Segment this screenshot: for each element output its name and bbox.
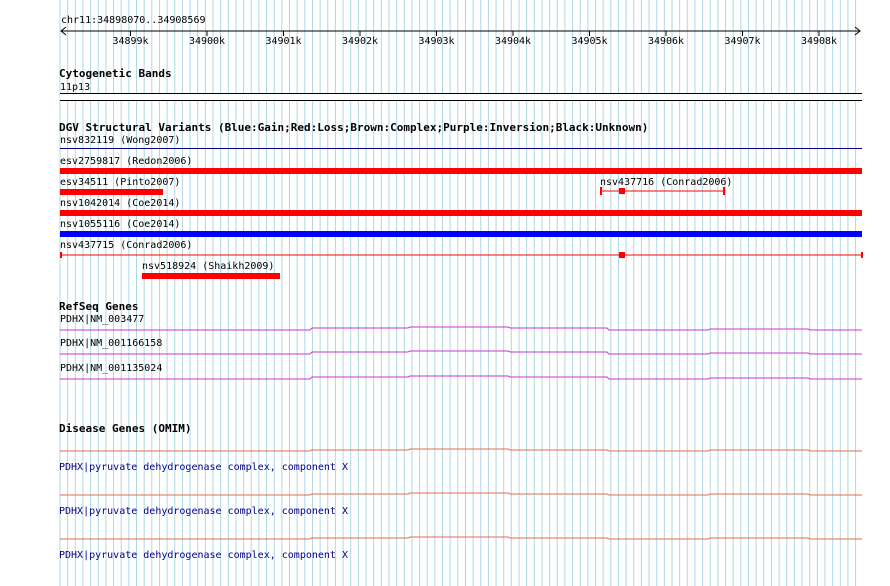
- refseq-track-title: RefSeq Genes: [59, 300, 139, 313]
- dgv-feature-label[interactable]: nsv1042014 (Coe2014): [60, 198, 180, 209]
- ruler-tick-label: 34904k: [495, 36, 531, 46]
- dgv-feature-gain[interactable]: [60, 231, 862, 237]
- dgv-feature-unknown[interactable]: [60, 148, 862, 149]
- ruler-tick-label: 34907k: [724, 36, 760, 46]
- cytoband-label: 11p13: [60, 82, 91, 93]
- refseq-gene-model[interactable]: [0, 373, 890, 383]
- dgv-feature-loss[interactable]: [60, 189, 163, 195]
- ruler-tick-label: 34901k: [265, 36, 301, 46]
- dgv-feature-label[interactable]: esv34511 (Pinto2007): [60, 177, 180, 188]
- ruler-tick-label: 34906k: [648, 36, 684, 46]
- refseq-gene-model[interactable]: [0, 348, 890, 358]
- cytoband-bar[interactable]: [60, 93, 862, 101]
- ruler-tick-label: 34908k: [801, 36, 837, 46]
- dgv-feature-loss[interactable]: [142, 273, 280, 279]
- ruler-tick-label: 34902k: [342, 36, 378, 46]
- dgv-feature-label[interactable]: nsv1055116 (Coe2014): [60, 219, 180, 230]
- omim-gene-model[interactable]: [0, 446, 890, 456]
- dgv-feature-label[interactable]: esv2759817 (Redon2006): [60, 156, 192, 167]
- ruler-tick-label: 34900k: [189, 36, 225, 46]
- dgv-feature-loss[interactable]: [60, 210, 862, 216]
- ruler-tick-label: 34899k: [112, 36, 148, 46]
- omim-gene-model[interactable]: [0, 490, 890, 500]
- dgv-feature-label[interactable]: nsv518924 (Shaikh2009): [142, 261, 274, 272]
- ruler-tick-label: 34903k: [418, 36, 454, 46]
- omim-gene-link[interactable]: PDHX|pyruvate dehydrogenase complex, com…: [59, 550, 348, 561]
- refseq-gene-model[interactable]: [0, 324, 890, 334]
- dgv-track-title: DGV Structural Variants (Blue:Gain;Red:L…: [59, 121, 649, 134]
- omim-gene-model[interactable]: [0, 534, 890, 544]
- genome-browser: chr11:34898070..34908569 34899k 34900k 349…: [0, 0, 890, 586]
- omim-gene-link[interactable]: PDHX|pyruvate dehydrogenase complex, com…: [59, 506, 348, 517]
- position-ruler[interactable]: 34899k 34900k 34901k 34902k 34903k 34904k 3490…: [0, 24, 890, 46]
- dgv-feature-loss[interactable]: [60, 168, 862, 174]
- dgv-feature-loss-split[interactable]: [58, 250, 866, 260]
- cytobands-track-title: Cytogenetic Bands: [59, 67, 172, 80]
- dgv-feature-loss-split[interactable]: [598, 186, 728, 196]
- dgv-feature-label[interactable]: nsv832119 (Wong2007): [60, 135, 180, 146]
- omim-track-title: Disease Genes (OMIM): [59, 422, 192, 435]
- ruler-tick-label: 34905k: [571, 36, 607, 46]
- omim-gene-link[interactable]: PDHX|pyruvate dehydrogenase complex, com…: [59, 462, 348, 473]
